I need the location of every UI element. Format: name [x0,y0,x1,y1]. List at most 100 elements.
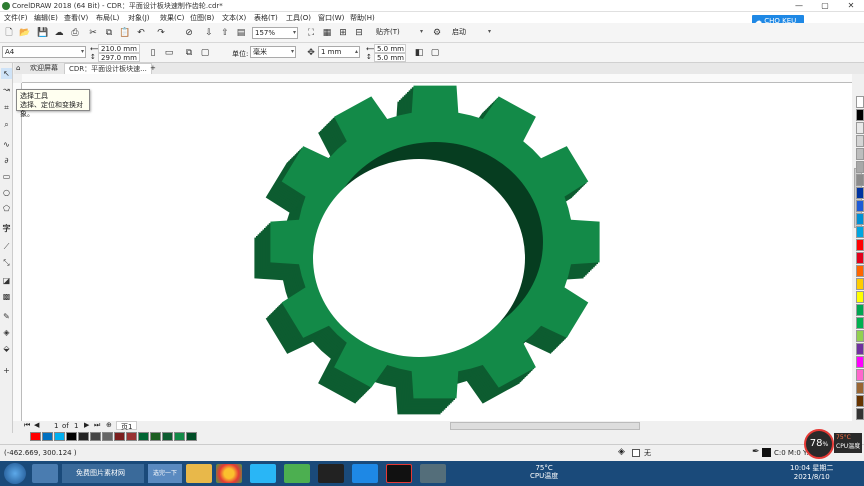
full-screen-icon[interactable]: ⛶ [304,26,318,40]
palette-swatch[interactable] [856,356,864,368]
app-green-icon[interactable] [284,464,310,483]
taskbar-app-icon[interactable] [32,464,58,483]
document-palette-swatch[interactable] [150,432,161,441]
document-palette-swatch[interactable] [114,432,125,441]
tab-document[interactable]: CDR：平面设计板块速... [64,63,152,74]
minimize-button[interactable]: — [786,0,812,12]
gear-drawing[interactable] [22,83,852,421]
export-icon[interactable]: ⇧ [218,26,232,40]
rectangle-tool-icon[interactable]: ▭ [1,171,12,182]
page-tab[interactable]: 页1 [116,421,138,431]
palette-swatch[interactable] [856,187,864,199]
text-tool-icon[interactable]: 字 [1,223,12,234]
last-page-icon[interactable]: ⏭ [94,421,100,430]
document-palette-swatch[interactable] [66,432,77,441]
redo-icon[interactable]: ↷ [154,26,168,40]
outline-swatch[interactable] [762,448,771,457]
vertical-ruler[interactable] [13,83,22,421]
menu-layout[interactable]: 布局(L) [96,13,119,23]
paper-size-select[interactable]: A4 ▾ [2,46,86,58]
nudge-distance-input[interactable]: 1 mm ▴ [318,46,360,58]
folder-icon[interactable] [186,464,212,483]
chrome-icon[interactable] [216,464,242,483]
next-page-icon[interactable]: ▶ [84,421,89,429]
menu-table[interactable]: 表格(T) [254,13,278,23]
palette-swatch[interactable] [856,291,864,303]
publish-pdf-icon[interactable]: ▤ [234,26,248,40]
eyedropper-icon[interactable]: ✎ [1,311,12,322]
shape-tool-icon[interactable]: ↝ [1,84,12,95]
save-icon[interactable]: 💾 [36,26,50,40]
open-icon[interactable]: 📂 [18,26,32,40]
taskbar-active-window[interactable]: 选完一下 [148,464,182,483]
menu-window[interactable]: 窗口(W) [318,13,344,23]
corel-taskbar-icon[interactable] [318,464,344,483]
document-palette-swatch[interactable] [78,432,89,441]
transparency-icon[interactable]: ▩ [1,291,12,302]
menu-bitmaps[interactable]: 位图(B) [190,13,214,23]
grid-icon[interactable]: ⊞ [336,26,350,40]
close-button[interactable]: ✕ [838,0,864,12]
phone-app-icon[interactable] [352,464,378,483]
undo-icon[interactable]: ↶ [134,26,148,40]
taskbar-ie-window[interactable]: 免费图片素材网 [62,464,144,483]
menu-help[interactable]: 帮助(H) [350,13,375,23]
home-icon[interactable]: ⌂ [16,64,20,72]
document-palette-swatch[interactable] [174,432,185,441]
palette-swatch[interactable] [856,135,864,147]
zoom-tool-icon[interactable]: ⌕ [1,119,12,130]
palette-swatch[interactable] [856,265,864,277]
corel-connect-icon[interactable]: ⊘ [182,26,196,40]
palette-swatch[interactable] [856,395,864,407]
drop-shadow-icon[interactable]: ◪ [1,275,12,286]
page-border-icon[interactable]: ▢ [428,46,442,60]
page-height-input[interactable]: 297.0 mm [98,53,140,62]
add-tool-icon[interactable]: + [1,365,12,376]
palette-swatch[interactable] [856,317,864,329]
palette-swatch[interactable] [856,239,864,251]
palette-swatch[interactable] [856,200,864,212]
palette-swatch[interactable] [856,174,864,186]
system-clock[interactable]: 10:04 星期二 2021/8/10 [790,464,833,482]
smart-fill-icon[interactable]: ⬙ [1,343,12,354]
snap-to-dropdown[interactable]: 贴齐(T) ▾ [374,27,424,39]
menu-text[interactable]: 文本(X) [222,13,246,23]
start-button[interactable] [4,463,26,484]
palette-swatch[interactable] [856,148,864,160]
menu-tools[interactable]: 工具(O) [286,13,311,23]
connector-tool-icon[interactable]: ⤡ [1,257,12,268]
new-document-icon[interactable]: 🗋 [2,26,16,40]
browser-icon[interactable] [250,464,276,483]
page-width-input[interactable]: 210.0 mm [98,44,140,53]
add-page-icon[interactable]: ⊕ [106,421,112,429]
ellipse-tool-icon[interactable]: ○ [1,187,12,198]
launch-dropdown[interactable]: 启动 ▾ [450,27,492,39]
duplicate-x-input[interactable]: 5.0 mm [374,44,406,53]
document-palette-swatch[interactable] [186,432,197,441]
copy-icon[interactable]: ⧉ [102,26,116,40]
rulers-icon[interactable]: ▦ [320,26,334,40]
tab-welcome[interactable]: 欢迎屏幕 [26,63,62,74]
document-palette-swatch[interactable] [162,432,173,441]
current-page-icon[interactable]: ▢ [198,46,212,60]
palette-swatch[interactable] [856,96,864,108]
palette-swatch[interactable] [856,213,864,225]
palette-swatch[interactable] [856,304,864,316]
horizontal-ruler[interactable] [22,74,852,83]
palette-swatch[interactable] [856,278,864,290]
document-palette-swatch[interactable] [90,432,101,441]
artistic-media-icon[interactable]: ∂ [1,155,12,166]
first-page-icon[interactable]: ⏮ [24,421,30,430]
palette-swatch[interactable] [856,382,864,394]
polygon-tool-icon[interactable]: ⬠ [1,203,12,214]
portrait-icon[interactable]: ▯ [146,46,160,60]
pick-tool-icon[interactable]: ↖ [1,68,12,79]
palette-swatch[interactable] [856,252,864,264]
import-icon[interactable]: ⇩ [202,26,216,40]
palette-swatch[interactable] [856,343,864,355]
palette-swatch[interactable] [856,226,864,238]
cut-icon[interactable]: ✂ [86,26,100,40]
maximize-button[interactable]: ▢ [812,0,838,12]
menu-edit[interactable]: 编辑(E) [34,13,58,23]
palette-swatch[interactable] [856,122,864,134]
